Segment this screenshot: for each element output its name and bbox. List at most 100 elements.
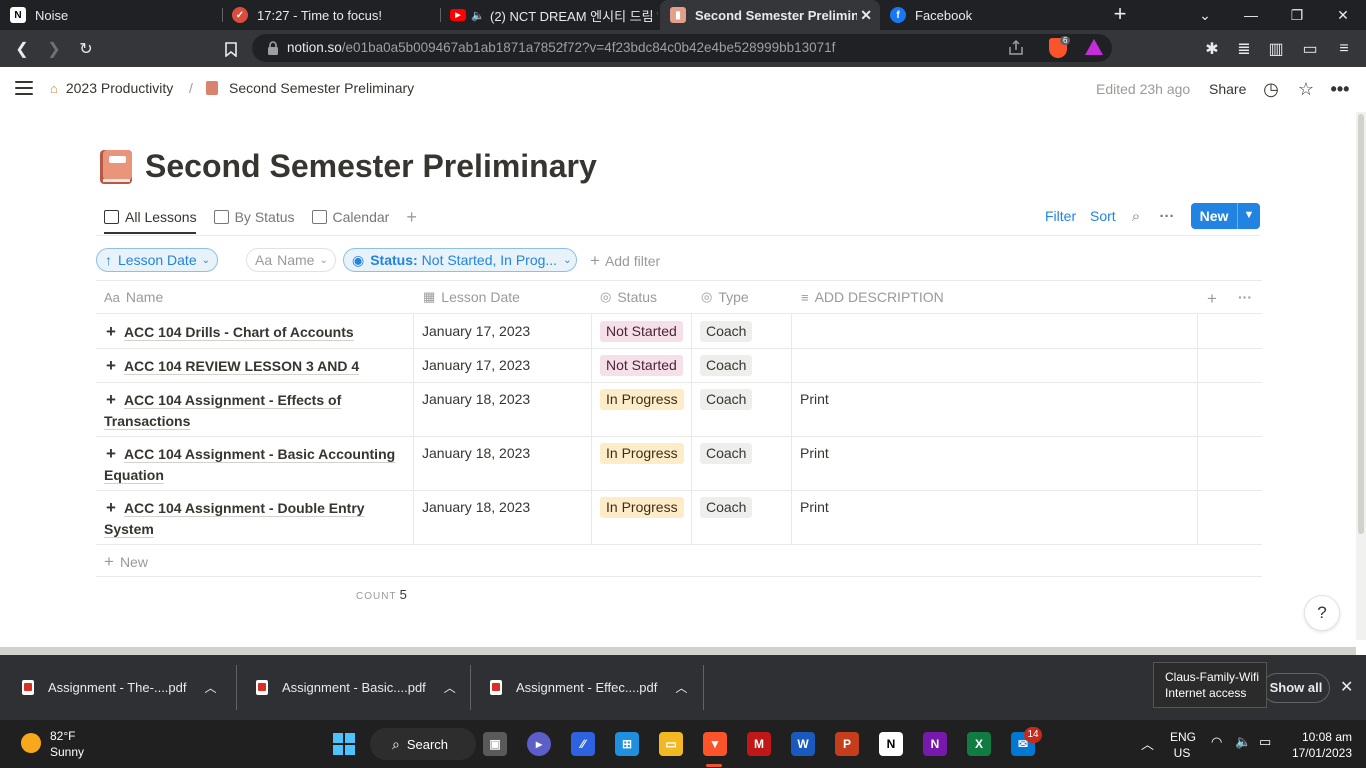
- count-aggregation[interactable]: COUNT 5: [356, 586, 407, 604]
- chevron-down-icon[interactable]: ▼: [1238, 203, 1260, 229]
- close-window-button[interactable]: ✕: [1320, 0, 1366, 30]
- brave-rewards-icon[interactable]: [1085, 39, 1103, 55]
- help-button[interactable]: ?: [1304, 595, 1340, 631]
- table-row[interactable]: + ACC 104 Assignment - Double Entry Syste…: [96, 490, 1262, 544]
- reload-button[interactable]: ↻: [73, 36, 99, 62]
- filter-button[interactable]: Filter: [1045, 208, 1076, 224]
- back-button[interactable]: ❮: [9, 36, 35, 62]
- date-cell[interactable]: January 17, 2023: [422, 357, 530, 373]
- row-name[interactable]: ACC 104 Assignment - Double Entry System: [104, 500, 365, 537]
- table-row[interactable]: + ACC 104 Assignment - Basic Accounting E…: [96, 436, 1262, 490]
- excel-icon[interactable]: X: [967, 732, 991, 756]
- type-tag[interactable]: Coach: [700, 355, 753, 376]
- table-row[interactable]: + ACC 104 REVIEW LESSON 3 AND 4 January 1…: [96, 348, 1262, 382]
- column-header-lesson-date[interactable]: ▦ Lesson Date: [423, 289, 520, 305]
- address-bar[interactable]: notion.so/e01ba0a5b009467ab1ab1871a7852f…: [252, 34, 1112, 62]
- tab-by-status[interactable]: By Status: [213, 209, 295, 225]
- sort-chip[interactable]: ↑ Lesson Date ⌄: [96, 248, 218, 272]
- restore-button[interactable]: ❐: [1274, 0, 1320, 30]
- status-tag[interactable]: In Progress: [600, 443, 684, 464]
- table-row[interactable]: + ACC 104 Drills - Chart of Accounts Janu…: [96, 314, 1262, 348]
- onenote-icon[interactable]: N: [923, 732, 947, 756]
- column-header-status[interactable]: ◎ Status: [600, 289, 657, 305]
- close-tab-icon[interactable]: ✕: [860, 7, 872, 24]
- more-options-icon[interactable]: •••: [1330, 79, 1350, 99]
- status-tag[interactable]: In Progress: [600, 389, 684, 410]
- status-tag[interactable]: In Progress: [600, 497, 684, 518]
- breadcrumb-workspace[interactable]: ⌂ 2023 Productivity: [50, 80, 173, 96]
- mcafee-icon[interactable]: M: [747, 732, 771, 756]
- name-cell[interactable]: + ACC 104 Assignment - Effects of Transac…: [104, 389, 404, 432]
- table-row[interactable]: + ACC 104 Assignment - Effects of Transac…: [96, 382, 1262, 436]
- description-cell[interactable]: Print: [800, 445, 829, 461]
- scrollbar-thumb[interactable]: [1358, 114, 1364, 534]
- sun-weather-icon[interactable]: [21, 733, 41, 753]
- new-record-button[interactable]: New ▼: [1191, 203, 1260, 229]
- add-property-icon[interactable]: +: [1207, 289, 1217, 309]
- add-view-icon[interactable]: +: [406, 207, 417, 228]
- download-item[interactable]: Assignment - The-....pdf ︿: [22, 655, 217, 720]
- type-tag[interactable]: Coach: [700, 443, 753, 464]
- clock-history-icon[interactable]: ◷: [1261, 79, 1281, 99]
- language-indicator[interactable]: ENG US: [1170, 729, 1196, 761]
- row-name[interactable]: ACC 104 REVIEW LESSON 3 AND 4: [124, 358, 359, 374]
- more-options-icon[interactable]: ···: [1238, 289, 1252, 305]
- browser-menu-icon[interactable]: ≡: [1331, 36, 1357, 62]
- hamburger-menu-icon[interactable]: [15, 81, 33, 95]
- windows-start-icon[interactable]: [333, 733, 355, 755]
- teams-chat-icon[interactable]: ▸: [527, 732, 551, 756]
- plus-icon[interactable]: +: [106, 390, 116, 409]
- task-view-icon[interactable]: ▣: [483, 732, 507, 756]
- bookmark-icon[interactable]: [218, 36, 244, 62]
- sidebar-icon[interactable]: ▥: [1263, 36, 1289, 62]
- row-name[interactable]: ACC 104 Drills - Chart of Accounts: [124, 324, 354, 340]
- browser-tab-noise[interactable]: N Noise: [0, 0, 222, 30]
- column-header-name[interactable]: Aa Name: [104, 289, 163, 305]
- row-name[interactable]: ACC 104 Assignment - Basic Accounting Eq…: [104, 446, 395, 483]
- breadcrumb-page[interactable]: Second Semester Preliminary: [206, 80, 414, 96]
- close-icon[interactable]: ✕: [1340, 677, 1353, 697]
- battery-icon[interactable]: ▭: [1259, 734, 1271, 750]
- chevron-up-icon[interactable]: ︿: [444, 679, 456, 696]
- date-cell[interactable]: January 18, 2023: [422, 391, 530, 407]
- type-tag[interactable]: Coach: [700, 321, 753, 342]
- powerpoint-icon[interactable]: P: [835, 732, 859, 756]
- tab-search-chevron-icon[interactable]: ⌄: [1182, 0, 1228, 30]
- file-explorer-icon[interactable]: ▭: [659, 732, 683, 756]
- weather-description[interactable]: Sunny: [50, 745, 84, 759]
- page-title[interactable]: Second Semester Preliminary: [145, 148, 597, 185]
- new-tab-button[interactable]: +: [1108, 3, 1132, 27]
- type-tag[interactable]: Coach: [700, 497, 753, 518]
- chevron-up-icon[interactable]: ︿: [675, 679, 687, 696]
- weather-temperature[interactable]: 82°F: [50, 729, 75, 743]
- type-tag[interactable]: Coach: [700, 389, 753, 410]
- playlist-icon[interactable]: ≣: [1231, 36, 1257, 62]
- column-header-description[interactable]: ≡ ADD DESCRIPTION: [801, 289, 944, 305]
- date-cell[interactable]: January 18, 2023: [422, 445, 530, 461]
- name-filter-chip[interactable]: Aa Name ⌄: [246, 248, 336, 272]
- url-text[interactable]: notion.so/e01ba0a5b009467ab1ab1871a7852f…: [287, 40, 835, 55]
- pen-app-icon[interactable]: ∕∕: [571, 732, 595, 756]
- add-filter-button[interactable]: + Add filter: [590, 251, 660, 271]
- name-cell[interactable]: + ACC 104 Assignment - Double Entry Syste…: [104, 497, 404, 540]
- wallet-icon[interactable]: ▭: [1297, 36, 1323, 62]
- share-button[interactable]: Share: [1209, 81, 1246, 97]
- star-icon[interactable]: ☆: [1296, 79, 1316, 99]
- notion-app-icon[interactable]: N: [879, 732, 903, 756]
- minimize-button[interactable]: —: [1228, 0, 1274, 30]
- description-cell[interactable]: Print: [800, 499, 829, 515]
- status-tag[interactable]: Not Started: [600, 321, 683, 342]
- browser-tab-facebook[interactable]: f Facebook: [880, 0, 1098, 30]
- name-cell[interactable]: + ACC 104 REVIEW LESSON 3 AND 4: [104, 355, 404, 377]
- chevron-up-icon[interactable]: ︿: [205, 679, 217, 696]
- add-new-row-button[interactable]: + New: [104, 552, 148, 572]
- date-cell[interactable]: January 18, 2023: [422, 499, 530, 515]
- row-name[interactable]: ACC 104 Assignment - Effects of Transact…: [104, 392, 341, 429]
- name-cell[interactable]: + ACC 104 Drills - Chart of Accounts: [104, 321, 404, 343]
- microsoft-store-icon[interactable]: ⊞: [615, 732, 639, 756]
- plus-icon[interactable]: +: [106, 322, 116, 341]
- browser-tab-notion-active[interactable]: ▮ Second Semester Preliminary ✕: [660, 0, 880, 30]
- word-icon[interactable]: W: [791, 732, 815, 756]
- more-options-icon[interactable]: ···: [1157, 206, 1177, 226]
- download-item[interactable]: Assignment - Basic....pdf ︿: [256, 655, 456, 720]
